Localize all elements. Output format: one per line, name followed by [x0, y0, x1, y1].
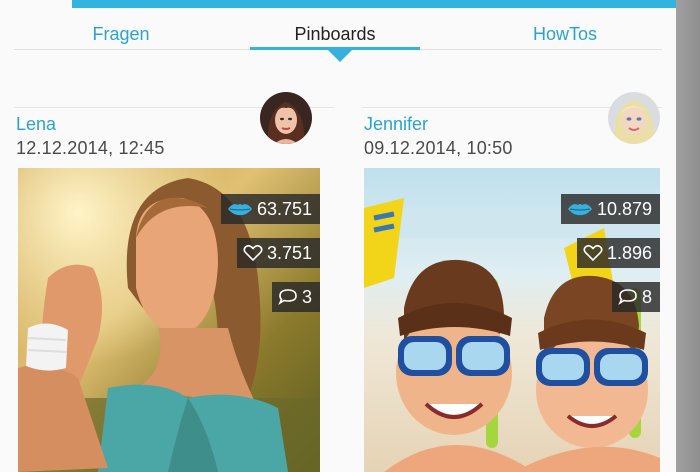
- kiss-count: 63.751: [256, 198, 312, 219]
- post-timestamp: 12.12.2014, 12:45: [16, 138, 165, 158]
- avatar[interactable]: [608, 92, 660, 144]
- heart-icon: [583, 244, 603, 262]
- lips-icon: [567, 204, 592, 216]
- comment-count-badge[interactable]: 8: [611, 282, 660, 312]
- post-photo[interactable]: 10.879 1.896 8: [364, 168, 660, 472]
- kiss-count: 10.879: [596, 198, 652, 219]
- tab-bar: Fragen Pinboards HowTos: [0, 8, 676, 62]
- comment-count: 3: [301, 286, 312, 307]
- app-screen: Fragen Pinboards HowTos Lena 12.12.2014,…: [0, 0, 676, 472]
- like-count: 1.896: [606, 242, 652, 263]
- post-timestamp: 09.12.2014, 10:50: [364, 138, 513, 158]
- tab-howtos[interactable]: HowTos: [470, 24, 660, 50]
- post-author[interactable]: Jennifer: [364, 114, 428, 135]
- post-author[interactable]: Lena: [16, 114, 56, 135]
- tab-active-caret: [328, 50, 352, 62]
- comment-count: 8: [641, 286, 652, 307]
- comment-count-badge[interactable]: 3: [271, 282, 320, 312]
- post-photo[interactable]: 63.751 3.751 3: [18, 168, 320, 472]
- like-count-badge[interactable]: 1.896: [576, 238, 660, 268]
- like-count-badge[interactable]: 3.751: [236, 238, 320, 268]
- pinboard-post: Lena 12.12.2014, 12:45 63.751 3.751 3: [14, 92, 334, 472]
- header-accent-strip: [72, 0, 676, 8]
- comment-icon: [278, 289, 297, 306]
- comment-icon: [618, 289, 637, 306]
- kiss-count-badge[interactable]: 63.751: [220, 194, 320, 224]
- tab-fragen[interactable]: Fragen: [14, 24, 228, 50]
- avatar[interactable]: [260, 92, 312, 144]
- pinboard-post: Jennifer 09.12.2014, 10:50 10.879 1.896 …: [362, 92, 662, 472]
- lips-icon: [227, 204, 252, 216]
- heart-icon: [243, 244, 263, 262]
- like-count: 3.751: [266, 242, 312, 263]
- kiss-count-badge[interactable]: 10.879: [560, 194, 660, 224]
